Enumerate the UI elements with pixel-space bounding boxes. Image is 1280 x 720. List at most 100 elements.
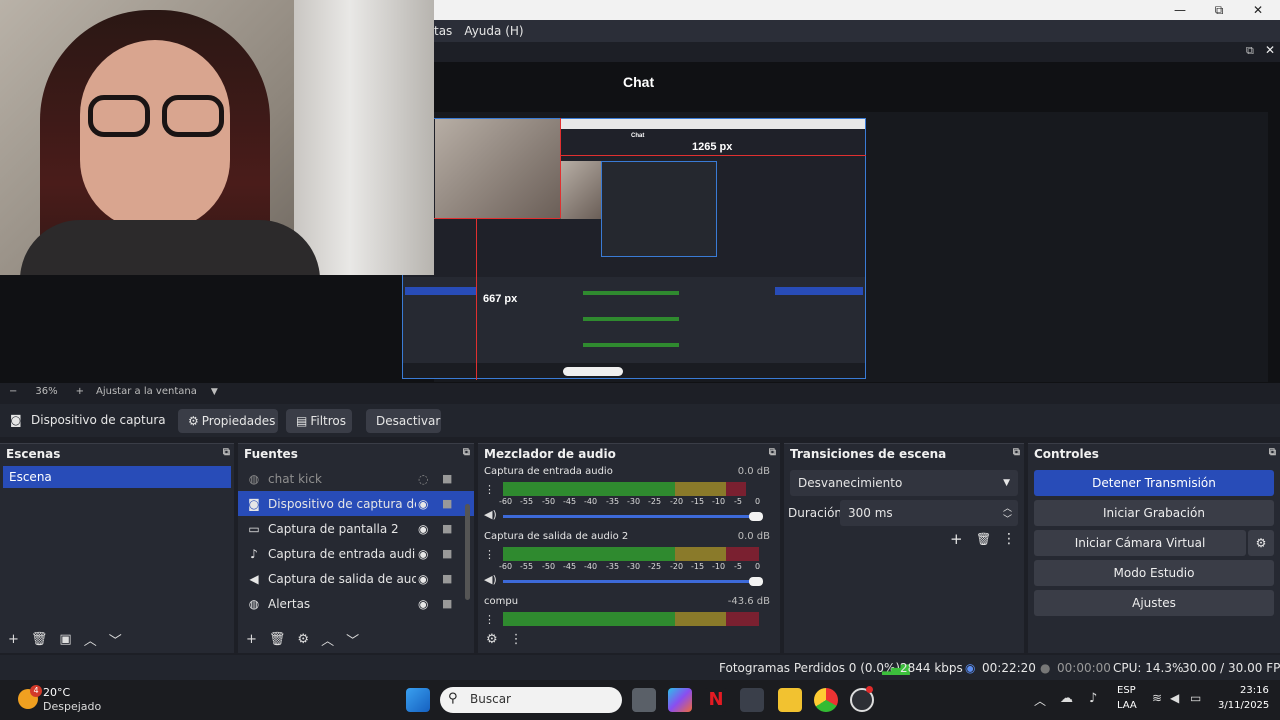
speaker-icon[interactable]: ◀) <box>484 508 497 521</box>
eye-icon[interactable]: ◉ <box>418 547 428 561</box>
kebab-menu-icon[interactable]: ⋮ <box>1002 531 1016 547</box>
gear-icon[interactable]: ⚙ <box>297 632 309 647</box>
mixer-channel: compu-43.6 dB⋮-60-55-50-45-40-35-30-25-2… <box>478 594 780 626</box>
maximize-button[interactable]: ⧉ <box>1199 0 1239 20</box>
level-meter <box>503 482 759 496</box>
undock-icon[interactable]: ⧉ <box>769 447 776 458</box>
weather-temp[interactable]: 20°C <box>43 686 70 699</box>
add-icon[interactable]: + <box>950 530 963 548</box>
studio-mode-button[interactable]: Modo Estudio <box>1034 560 1274 586</box>
eye-icon[interactable]: ◉ <box>418 522 428 536</box>
undock-icon[interactable]: ⧉ <box>1246 44 1254 58</box>
chevron-up-icon[interactable]: ︿ <box>1034 692 1046 709</box>
deactivate-button[interactable]: Desactivar <box>366 409 441 433</box>
trash-icon[interactable]: 🗑 <box>269 632 286 647</box>
filter-icon[interactable]: ▣ <box>59 632 71 647</box>
filters-button[interactable]: ▤ Filtros <box>286 409 352 433</box>
start-recording-button[interactable]: Iniciar Grabación <box>1034 500 1274 526</box>
fit-window-label[interactable]: Ajustar a la ventana <box>96 386 197 397</box>
taskbar: 4 20°C Despejado ⚲ Buscar N ︿ ☁ ♪ ESP LA… <box>0 680 1280 720</box>
volume-knob[interactable] <box>749 577 763 586</box>
properties-button[interactable]: ⚙ Propiedades <box>178 409 278 433</box>
volume-knob[interactable] <box>749 512 763 521</box>
battery-icon[interactable]: ▭ <box>1190 691 1201 705</box>
chevron-up-icon[interactable]: ︿ <box>84 630 97 649</box>
undock-icon[interactable]: ⧉ <box>1013 447 1020 458</box>
kebab-menu-icon[interactable]: ⋮ <box>510 632 523 647</box>
file-explorer-icon[interactable] <box>778 688 802 712</box>
volume-icon[interactable]: ◀ <box>1170 691 1179 705</box>
mixer-footer: ⚙ ⋮ <box>478 625 780 653</box>
zoom-in-button[interactable]: + <box>76 386 84 397</box>
nested-screen-capture[interactable]: Chat <box>402 118 866 379</box>
add-icon[interactable]: + <box>8 632 19 647</box>
weather-desc[interactable]: Despejado <box>43 700 101 713</box>
mic-icon[interactable]: ♪ <box>1089 691 1097 706</box>
start-button[interactable] <box>406 688 430 712</box>
lock-icon[interactable]: ■ <box>442 547 452 560</box>
sources-scrollbar[interactable] <box>465 504 470 600</box>
chevron-up-icon[interactable]: ︿ <box>321 630 334 649</box>
eye-hidden-icon[interactable]: ◌ <box>418 472 428 486</box>
stepper-down-icon[interactable]: ﹀ <box>1003 512 1012 525</box>
source-row-alerts[interactable]: ◍ Alertas ◉ ■ <box>238 591 474 616</box>
source-row-video-capture[interactable]: ◙ Dispositivo de captura de video ◉ ■ <box>238 491 474 516</box>
chevron-down-icon[interactable]: ▼ <box>211 387 218 397</box>
undock-icon[interactable]: ⧉ <box>223 447 230 458</box>
add-icon[interactable]: + <box>246 632 257 647</box>
language-primary[interactable]: ESP <box>1117 685 1136 696</box>
kebab-menu-icon[interactable]: ⋮ <box>484 483 495 496</box>
chevron-down-icon[interactable]: ﹀ <box>109 630 122 649</box>
store-icon[interactable] <box>740 688 764 712</box>
guide-line-mid <box>434 218 560 219</box>
lock-icon[interactable]: ■ <box>442 472 452 485</box>
lock-icon[interactable]: ■ <box>442 572 452 585</box>
source-row-audio-output[interactable]: ◀ Captura de salida de audio 2 ◉ ■ <box>238 566 474 591</box>
undock-icon[interactable]: ⧉ <box>1269 447 1276 458</box>
eye-icon[interactable]: ◉ <box>418 572 428 586</box>
eye-icon[interactable]: ◉ <box>418 597 428 611</box>
zoom-out-button[interactable]: − <box>9 386 17 397</box>
eye-icon[interactable]: ◉ <box>418 497 428 511</box>
lock-icon[interactable]: ■ <box>442 522 452 535</box>
minimize-button[interactable]: — <box>1160 0 1200 20</box>
source-row-screen-capture[interactable]: ▭ Captura de pantalla 2 ◉ ■ <box>238 516 474 541</box>
duration-input[interactable]: 300 ms ︿ ﹀ <box>840 500 1018 526</box>
transition-select[interactable]: Desvanecimiento ▼ <box>790 470 1018 496</box>
menu-item-help[interactable]: Ayuda (H) <box>458 24 529 38</box>
copilot-icon[interactable] <box>668 688 692 712</box>
source-row-audio-input[interactable]: ♪ Captura de entrada audio 2 ◉ ■ <box>238 541 474 566</box>
taskbar-search[interactable]: ⚲ Buscar <box>440 687 622 713</box>
broadcast-icon: ◉ <box>965 661 976 675</box>
lock-icon[interactable]: ■ <box>442 497 452 510</box>
chrome-icon[interactable] <box>814 688 838 712</box>
stop-streaming-button[interactable]: Detener Transmisión <box>1034 470 1274 496</box>
gears-icon[interactable]: ⚙ <box>486 632 498 647</box>
trash-icon[interactable]: 🗑 <box>31 632 48 647</box>
scale-tick: -45 <box>563 562 577 571</box>
kebab-menu-icon[interactable]: ⋮ <box>484 548 495 561</box>
source-row-chat-kick[interactable]: ◍ chat kick ◌ ■ <box>238 466 474 491</box>
virtual-camera-button[interactable]: Iniciar Cámara Virtual <box>1034 530 1246 556</box>
undock-icon[interactable]: ⧉ <box>463 447 470 458</box>
settings-button[interactable]: Ajustes <box>1034 590 1274 616</box>
clock-time[interactable]: 23:16 <box>1240 685 1269 696</box>
trash-icon[interactable]: 🗑 <box>976 532 991 546</box>
chevron-down-icon[interactable]: ﹀ <box>346 630 359 649</box>
wifi-icon[interactable]: ≋ <box>1152 691 1162 705</box>
nested-webcam <box>435 119 561 219</box>
close-dock-icon[interactable]: ✕ <box>1265 43 1275 57</box>
volume-slider[interactable] <box>503 512 763 521</box>
lock-icon[interactable]: ■ <box>442 597 452 610</box>
close-button[interactable]: ✕ <box>1238 0 1278 20</box>
scene-item[interactable]: Escena <box>3 466 231 488</box>
virtual-camera-settings-button[interactable]: ⚙ <box>1248 530 1274 556</box>
language-secondary[interactable]: LAA <box>1117 700 1137 711</box>
cloud-icon[interactable]: ☁ <box>1060 691 1073 706</box>
speaker-icon[interactable]: ◀) <box>484 573 497 586</box>
task-view-icon[interactable] <box>632 688 656 712</box>
scale-tick: -60 <box>499 497 513 506</box>
volume-slider[interactable] <box>503 577 763 586</box>
clock-date[interactable]: 3/11/2025 <box>1218 700 1269 711</box>
netflix-icon[interactable]: N <box>704 688 728 712</box>
